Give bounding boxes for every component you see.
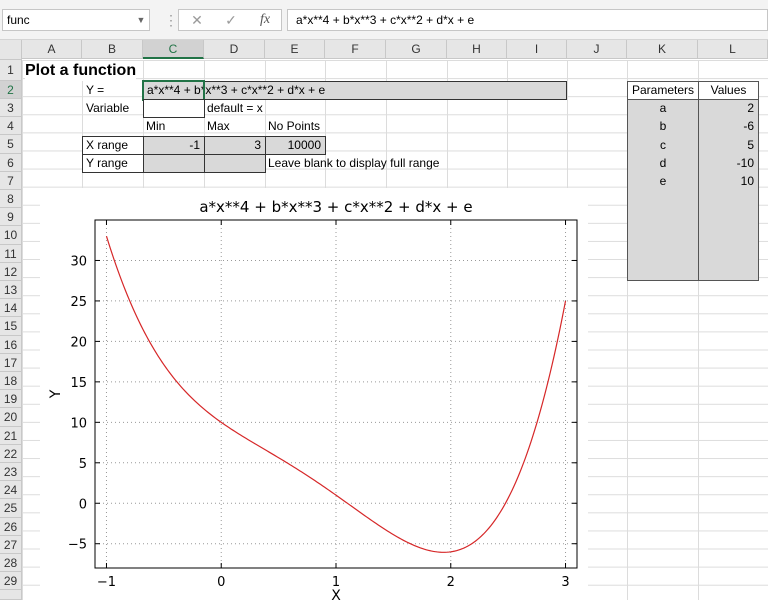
row-header-19[interactable]: 19 [0, 390, 22, 408]
row-header-24[interactable]: 24 [0, 481, 22, 499]
y-equals-label[interactable]: Y = [86, 82, 104, 99]
row-header-20[interactable]: 20 [0, 408, 22, 427]
param-value-a[interactable]: 2 [699, 100, 758, 117]
insert-function-icon[interactable]: fx [254, 9, 276, 31]
yrange-max-cell[interactable] [204, 154, 266, 173]
row-header-26[interactable]: 26 [0, 518, 22, 536]
formula-input[interactable]: a*x**4 + b*x**3 + c*x**2 + d*x + e [287, 9, 768, 31]
row-header-7[interactable]: 7 [0, 172, 22, 190]
variable-hint[interactable]: default = x [207, 100, 263, 117]
row-header-1[interactable]: 1 [0, 60, 22, 81]
param-name-b[interactable]: b [628, 118, 698, 135]
y-tick-label: 30 [70, 254, 87, 269]
row-header-30[interactable] [0, 590, 22, 600]
param-name-c[interactable]: c [628, 137, 698, 154]
name-box-dropdown-icon[interactable]: ▼ [134, 9, 148, 31]
row-header-5[interactable]: 5 [0, 135, 22, 154]
row-header-10[interactable]: 10 [0, 226, 22, 245]
y-tick-label: 25 [70, 295, 87, 310]
column-header-l[interactable]: L [698, 40, 768, 59]
active-cell-cursor [142, 80, 205, 101]
y-tick-label: 20 [70, 335, 87, 350]
column-header-e[interactable]: E [265, 40, 325, 59]
x-axis-label: X [331, 588, 341, 600]
row-header-25[interactable]: 25 [0, 499, 22, 518]
x-tick-label: 0 [217, 575, 225, 590]
xrange-min-cell[interactable]: -1 [143, 136, 205, 155]
row-header-23[interactable]: 23 [0, 463, 22, 481]
row-header-12[interactable]: 12 [0, 263, 22, 281]
row-header-22[interactable]: 22 [0, 445, 22, 463]
row-header-15[interactable]: 15 [0, 317, 22, 336]
row-header-29[interactable]: 29 [0, 572, 22, 590]
param-name-e[interactable]: e [628, 173, 698, 190]
xrange-label[interactable]: X range [82, 136, 144, 155]
column-header-b[interactable]: B [82, 40, 143, 59]
y-tick-label: 10 [70, 416, 87, 431]
parameters-header-name[interactable]: Parameters [628, 82, 698, 99]
param-value-d[interactable]: -10 [699, 155, 758, 172]
row-header-18[interactable]: 18 [0, 372, 22, 390]
row-header-27[interactable]: 27 [0, 536, 22, 554]
variable-label[interactable]: Variable [86, 100, 129, 117]
chart-title: a*x**4 + b*x**3 + c*x**2 + d*x + e [199, 198, 472, 216]
sheet-title[interactable]: Plot a function [25, 61, 137, 81]
column-header-f[interactable]: F [325, 40, 386, 59]
row-header-13[interactable]: 13 [0, 281, 22, 299]
row-header-8[interactable]: 8 [0, 190, 22, 208]
row-header-16[interactable]: 16 [0, 336, 22, 354]
param-value-b[interactable]: -6 [699, 118, 758, 135]
name-box[interactable]: func [2, 9, 150, 31]
row-header-28[interactable]: 28 [0, 554, 22, 572]
function-plot[interactable]: a*x**4 + b*x**3 + c*x**2 + d*x + e −1 0 1 2… [40, 188, 588, 603]
column-header-k[interactable]: K [627, 40, 698, 59]
xrange-max-cell[interactable]: 3 [204, 136, 266, 155]
row-header-21[interactable]: 21 [0, 427, 22, 445]
min-label[interactable]: Min [146, 118, 165, 135]
parameters-header-value[interactable]: Values [699, 82, 758, 99]
row-header-11[interactable]: 11 [0, 245, 22, 263]
y-tick-label: 5 [79, 457, 87, 472]
column-header-h[interactable]: H [447, 40, 507, 59]
x-tick-label: 2 [447, 575, 455, 590]
param-name-a[interactable]: a [628, 100, 698, 117]
column-header-d[interactable]: D [204, 40, 265, 59]
max-label[interactable]: Max [207, 118, 230, 135]
x-tick-label: 3 [561, 575, 569, 590]
yrange-hint[interactable]: Leave blank to display full range [268, 155, 439, 172]
variable-input-cell[interactable] [143, 99, 205, 118]
y-axis-label: Y [48, 389, 64, 399]
separator-dots-icon: ⋮ [164, 12, 178, 28]
yrange-label[interactable]: Y range [82, 154, 144, 173]
row-header-14[interactable]: 14 [0, 299, 22, 317]
points-label[interactable]: No Points [268, 118, 320, 135]
y-tick-label: 15 [70, 376, 87, 391]
column-header-a[interactable]: A [22, 40, 82, 59]
select-all-corner[interactable] [0, 40, 22, 60]
row-header-3[interactable]: 3 [0, 99, 22, 117]
xrange-points-cell[interactable]: 10000 [265, 136, 326, 155]
column-header-i[interactable]: I [507, 40, 567, 59]
row-header-17[interactable]: 17 [0, 354, 22, 372]
row-header-6[interactable]: 6 [0, 154, 22, 172]
chart-svg: a*x**4 + b*x**3 + c*x**2 + d*x + e −1 0 1 2… [48, 198, 578, 603]
y-formula-cell[interactable]: a*x**4 + b*x**3 + c*x**2 + d*x + e [143, 81, 567, 100]
param-value-e[interactable]: 10 [699, 173, 758, 190]
row-header-9[interactable]: 9 [0, 208, 22, 226]
yrange-min-cell[interactable] [143, 154, 205, 173]
y-tick-label: −5 [68, 538, 87, 553]
param-value-c[interactable]: 5 [699, 137, 758, 154]
y-tick-label: 0 [79, 497, 87, 512]
column-header-g[interactable]: G [386, 40, 447, 59]
column-header-j[interactable]: J [567, 40, 627, 59]
row-header-2[interactable]: 2 [0, 81, 22, 99]
cancel-icon[interactable]: ✕ [186, 9, 208, 31]
x-tick-label: −1 [97, 575, 116, 590]
column-header-c[interactable]: C [143, 40, 204, 59]
param-name-d[interactable]: d [628, 155, 698, 172]
enter-icon[interactable]: ✓ [220, 9, 242, 31]
row-header-4[interactable]: 4 [0, 117, 22, 135]
